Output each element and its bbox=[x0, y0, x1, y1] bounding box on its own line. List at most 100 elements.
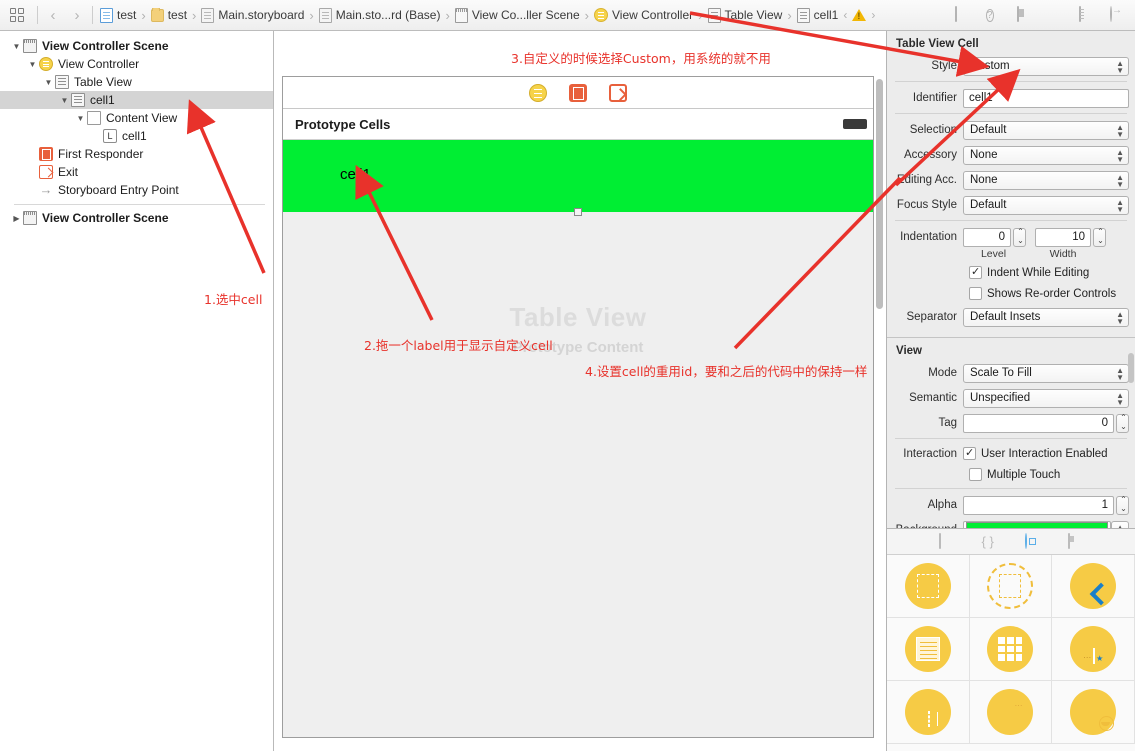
library-item-glkit-view-controller[interactable] bbox=[1052, 681, 1135, 744]
background-color-well[interactable] bbox=[963, 520, 1111, 528]
file-inspector-icon[interactable] bbox=[955, 5, 972, 24]
outline-item-first-responder[interactable]: First Responder bbox=[0, 145, 273, 163]
first-responder-icon[interactable] bbox=[569, 83, 587, 102]
breadcrumb-item-main-storyboard[interactable]: Main.storyboard › bbox=[201, 7, 318, 23]
breadcrumb-collapse-chevron[interactable]: ‹ bbox=[843, 8, 847, 22]
size-inspector-icon[interactable] bbox=[1079, 5, 1096, 24]
library-item-collection-view-controller[interactable] bbox=[969, 618, 1053, 681]
disclosure-triangle[interactable]: ▼ bbox=[58, 96, 71, 105]
selection-popup[interactable]: Default ▲ ▼ bbox=[963, 120, 1129, 140]
editing-accessory-popup[interactable]: None ▲ ▼ bbox=[963, 170, 1129, 190]
style-row: Style Custom ▲ ▼ bbox=[887, 55, 1135, 77]
table-view-controller-object-icon bbox=[904, 626, 951, 672]
indent-while-editing-row[interactable]: Indent While Editing bbox=[887, 263, 1135, 282]
interaction-row: Interaction User Interaction Enabled bbox=[887, 444, 1135, 463]
exit-icon[interactable] bbox=[609, 83, 627, 102]
breadcrumb-item-test-project[interactable]: test › bbox=[100, 7, 151, 23]
storyboard-canvas[interactable]: Prototype Cells cell1 Table View Prototy… bbox=[275, 31, 885, 751]
tag-input[interactable]: 0 bbox=[963, 413, 1114, 433]
library-item-split-view-controller[interactable] bbox=[887, 681, 970, 744]
mode-popup[interactable]: Scale To Fill ▲ ▼ bbox=[963, 363, 1129, 383]
tag-stepper[interactable] bbox=[1116, 413, 1129, 433]
indentation-label: Indentation bbox=[900, 231, 957, 243]
library-item-navigation-controller[interactable] bbox=[1052, 555, 1135, 618]
media-library-icon[interactable] bbox=[1067, 532, 1084, 550]
chevron-updown-icon: ▲▼ bbox=[1116, 365, 1124, 382]
library-item-view-controller[interactable] bbox=[887, 555, 970, 618]
outline-item-table-view[interactable]: ▼ Table View bbox=[0, 73, 273, 91]
style-label: Style bbox=[931, 60, 957, 72]
code-snippet-library-icon[interactable]: { } bbox=[982, 534, 998, 550]
outline-item-view-controller-scene[interactable]: ▼ View Controller Scene bbox=[0, 37, 273, 55]
breadcrumb-item-main-storyboard-base[interactable]: Main.sto...rd (Base) › bbox=[318, 7, 455, 23]
outline-item-cell1-label[interactable]: L cell1 bbox=[0, 127, 273, 145]
disclosure-triangle[interactable]: ▼ bbox=[10, 42, 23, 51]
accessory-popup[interactable]: None ▲ ▼ bbox=[963, 145, 1129, 165]
indent-while-editing-checkbox[interactable] bbox=[969, 265, 982, 279]
outline-item-storyboard-entry-point[interactable]: → Storyboard Entry Point bbox=[0, 181, 273, 199]
disclosure-triangle[interactable]: ▼ bbox=[74, 114, 87, 123]
focus-style-popup[interactable]: Default ▲ ▼ bbox=[963, 195, 1129, 215]
separator-popup[interactable]: Default Insets ▲ ▼ bbox=[963, 307, 1129, 327]
breadcrumb-overflow-chevron[interactable]: › bbox=[871, 8, 875, 22]
quick-help-inspector-icon[interactable]: ? bbox=[986, 7, 1003, 24]
page-view-controller-object-icon: ⋯ bbox=[987, 689, 1034, 735]
shows-reorder-label: Shows Re-order Controls bbox=[987, 287, 1117, 300]
multiple-touch-checkbox[interactable] bbox=[969, 468, 982, 481]
object-library-icon[interactable] bbox=[1024, 532, 1041, 550]
shows-reorder-row[interactable]: Shows Re-order Controls bbox=[887, 284, 1135, 303]
style-popup[interactable]: Custom ▲ ▼ bbox=[963, 56, 1129, 76]
disclosure-triangle[interactable]: ▶ bbox=[10, 214, 23, 223]
connections-inspector-icon[interactable] bbox=[1110, 5, 1127, 24]
scene-icon bbox=[23, 39, 37, 53]
indentation-level-input[interactable]: 0 bbox=[963, 227, 1011, 247]
identifier-input[interactable]: cell1 bbox=[963, 88, 1129, 108]
split-view-controller-object-icon bbox=[904, 689, 951, 735]
view-controller-icon[interactable] bbox=[529, 83, 547, 102]
alpha-stepper[interactable] bbox=[1116, 495, 1129, 515]
outline-item-label: View Controller Scene bbox=[42, 211, 169, 225]
library-item-table-view-controller[interactable] bbox=[887, 618, 970, 681]
inspector-vertical-scrollbar[interactable] bbox=[1128, 353, 1134, 383]
file-template-library-icon[interactable] bbox=[938, 532, 955, 550]
warning-icon[interactable] bbox=[852, 9, 867, 21]
outline-item-exit[interactable]: Exit bbox=[0, 163, 273, 181]
breadcrumb-item-test-folder[interactable]: test › bbox=[150, 7, 202, 23]
attributes-inspector-icon[interactable] bbox=[1048, 7, 1065, 24]
library-item-page-view-controller[interactable]: ⋯ bbox=[969, 681, 1053, 744]
breadcrumb-item-cell1[interactable]: cell1 bbox=[796, 7, 838, 23]
canvas-vertical-scrollbar[interactable] bbox=[876, 79, 883, 309]
chevron-updown-icon: ▲▼ bbox=[1116, 309, 1124, 326]
outline-item-content-view[interactable]: ▼ Content View bbox=[0, 109, 273, 127]
divider bbox=[37, 6, 38, 24]
breadcrumb-item-view-controller[interactable]: View Controller › bbox=[594, 8, 708, 23]
forward-button[interactable]: › bbox=[65, 7, 89, 24]
outline-item-view-controller[interactable]: ▼ View Controller bbox=[0, 55, 273, 73]
accessory-row: Accessory None ▲ ▼ bbox=[887, 144, 1135, 166]
outline-item-cell1[interactable]: ▼ cell1 bbox=[0, 91, 273, 109]
alpha-input[interactable]: 1 bbox=[963, 495, 1114, 515]
grid-view-button[interactable] bbox=[0, 8, 34, 22]
breadcrumb-item-table-view[interactable]: Table View › bbox=[707, 7, 797, 23]
resize-handle[interactable] bbox=[574, 208, 582, 216]
prototype-cell[interactable]: cell1 bbox=[283, 140, 873, 216]
disclosure-triangle[interactable]: ▼ bbox=[26, 60, 39, 69]
shows-reorder-checkbox[interactable] bbox=[969, 287, 982, 300]
indentation-width-stepper[interactable] bbox=[1093, 227, 1106, 247]
user-interaction-checkbox[interactable] bbox=[963, 446, 976, 460]
indentation-level-stepper[interactable] bbox=[1013, 227, 1026, 247]
breadcrumb-item-view-controller-scene[interactable]: View Co...ller Scene › bbox=[454, 7, 594, 23]
background-popup[interactable]: ▲▼ bbox=[1111, 520, 1129, 528]
outline-item-view-controller-scene-2[interactable]: ▶ View Controller Scene bbox=[0, 209, 273, 227]
breadcrumb: test › test › Main.storyboard › Main.sto… bbox=[96, 7, 955, 23]
disclosure-triangle[interactable]: ▼ bbox=[42, 78, 55, 87]
indentation-width-input[interactable]: 10 bbox=[1035, 227, 1091, 247]
identity-inspector-icon[interactable] bbox=[1017, 5, 1034, 24]
selection-value: Default bbox=[970, 123, 1007, 136]
semantic-popup[interactable]: Unspecified ▲ ▼ bbox=[963, 388, 1129, 408]
cell-label[interactable]: cell1 bbox=[340, 166, 371, 183]
library-item-storyboard-reference[interactable] bbox=[969, 555, 1053, 618]
multiple-touch-row[interactable]: Multiple Touch bbox=[887, 465, 1135, 484]
back-button[interactable]: ‹ bbox=[41, 7, 65, 24]
library-item-tab-bar-controller[interactable]: ★ ⋯ bbox=[1052, 618, 1135, 681]
